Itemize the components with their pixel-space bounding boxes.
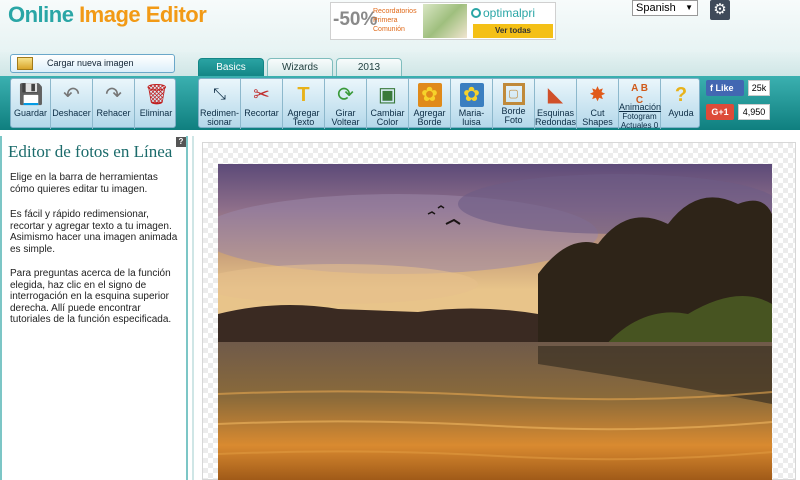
tab-basics[interactable]: Basics	[198, 58, 264, 76]
redo-button[interactable]: ↷ Rehacer	[93, 79, 135, 129]
picture-frame-icon: ▢	[502, 83, 525, 105]
chevron-down-icon: ▼	[685, 3, 693, 12]
panel-paragraph-3: Para preguntas acerca de la función eleg…	[10, 268, 172, 325]
passepartout-button[interactable]: ✿ Maria-luisa	[451, 79, 493, 129]
toolbar-group-tools: ⤡ Redimen-sionar ✂ Recortar T Agregar Tex…	[198, 78, 701, 130]
rounded-corner-icon: ◣	[547, 84, 564, 106]
frame-icon: ✿	[459, 83, 484, 107]
question-icon: ?	[674, 84, 688, 106]
photo-border-button[interactable]: ▢ Borde Foto	[493, 79, 535, 129]
delete-button[interactable]: 🗑 Eliminar	[135, 79, 177, 129]
ad-banner[interactable]: -50% Recordatorios Primera Comunión opti…	[330, 2, 556, 40]
ad-text: Recordatorios Primera Comunión	[373, 8, 417, 33]
toolbar-group-file: 💾 Guardar ↶ Deshacer ↷ Rehacer 🗑 Elimina…	[10, 78, 177, 129]
undo-button[interactable]: ↶ Deshacer	[51, 79, 93, 129]
folder-icon	[17, 57, 33, 70]
change-color-button[interactable]: ▣ Cambiar Color	[367, 79, 409, 129]
delete-icon: 🗑	[144, 84, 170, 106]
rounded-corners-button[interactable]: ◣ Esquinas Redondas	[535, 79, 577, 129]
tab-bar: Cargar nueva imagen Basics Wizards 2013	[0, 52, 800, 76]
panel-paragraph-1: Elige en la barra de herramientas cómo q…	[10, 172, 158, 195]
star-icon: ✸	[589, 84, 606, 106]
add-text-button[interactable]: T Agregar Texto	[283, 79, 325, 129]
redo-icon: ↷	[105, 84, 122, 106]
rotate-icon: ⟳	[337, 84, 354, 106]
tab-wizards[interactable]: Wizards	[267, 58, 333, 76]
cut-shapes-button[interactable]: ✸ Cut Shapes	[577, 79, 619, 129]
color-icon: ▣	[378, 84, 397, 106]
ad-discount: -50%	[333, 9, 378, 30]
crop-button[interactable]: ✂ Recortar	[241, 79, 283, 129]
google-plus-count: 4,950	[738, 104, 770, 120]
scissors-icon: ✂	[253, 84, 270, 106]
ad-brand: optimalpri	[471, 6, 535, 20]
language-select[interactable]: Spanish ▼	[632, 0, 698, 16]
image-preview[interactable]	[218, 164, 772, 480]
animation-button[interactable]: A BC Animación Fotogram Actuales 0	[619, 79, 661, 130]
facebook-like-button[interactable]: f Like	[706, 80, 744, 96]
ad-photo	[423, 4, 467, 38]
google-plus-button[interactable]: G+1	[706, 104, 734, 120]
sunset-lake-photo	[218, 164, 772, 480]
ad-button[interactable]: Ver todas	[473, 24, 553, 38]
help-icon[interactable]: ?	[176, 137, 186, 147]
logo[interactable]: Online Image Editor	[8, 2, 207, 28]
help-button[interactable]: ? Ayuda	[661, 79, 701, 129]
gear-icon[interactable]: ⚙	[710, 0, 730, 20]
facebook-count: 25k	[748, 80, 770, 96]
rotate-button[interactable]: ⟳ Girar Voltear	[325, 79, 367, 129]
header: Online Image Editor -50% Recordatorios P…	[0, 0, 800, 52]
abc-icon: A BC	[631, 83, 648, 106]
toolbar: 💾 Guardar ↶ Deshacer ↷ Rehacer 🗑 Elimina…	[0, 76, 800, 130]
upload-image-button[interactable]: Cargar nueva imagen	[10, 54, 175, 73]
add-border-button[interactable]: ✿ Agregar Borde	[409, 79, 451, 129]
tab-2013[interactable]: 2013	[336, 58, 402, 76]
panel-title: Editor de fotos en Línea	[8, 142, 173, 161]
save-button[interactable]: 💾 Guardar	[11, 79, 51, 129]
sunflower-icon: ✿	[417, 83, 442, 107]
text-icon: T	[297, 84, 310, 106]
resize-icon: ⤡	[213, 86, 226, 103]
resize-button[interactable]: ⤡ Redimen-sionar	[199, 79, 241, 129]
panel-paragraph-2: Es fácil y rápido redimensionar, recorta…	[10, 209, 178, 255]
floppy-icon: 💾	[18, 84, 44, 106]
undo-icon: ↶	[63, 84, 80, 106]
